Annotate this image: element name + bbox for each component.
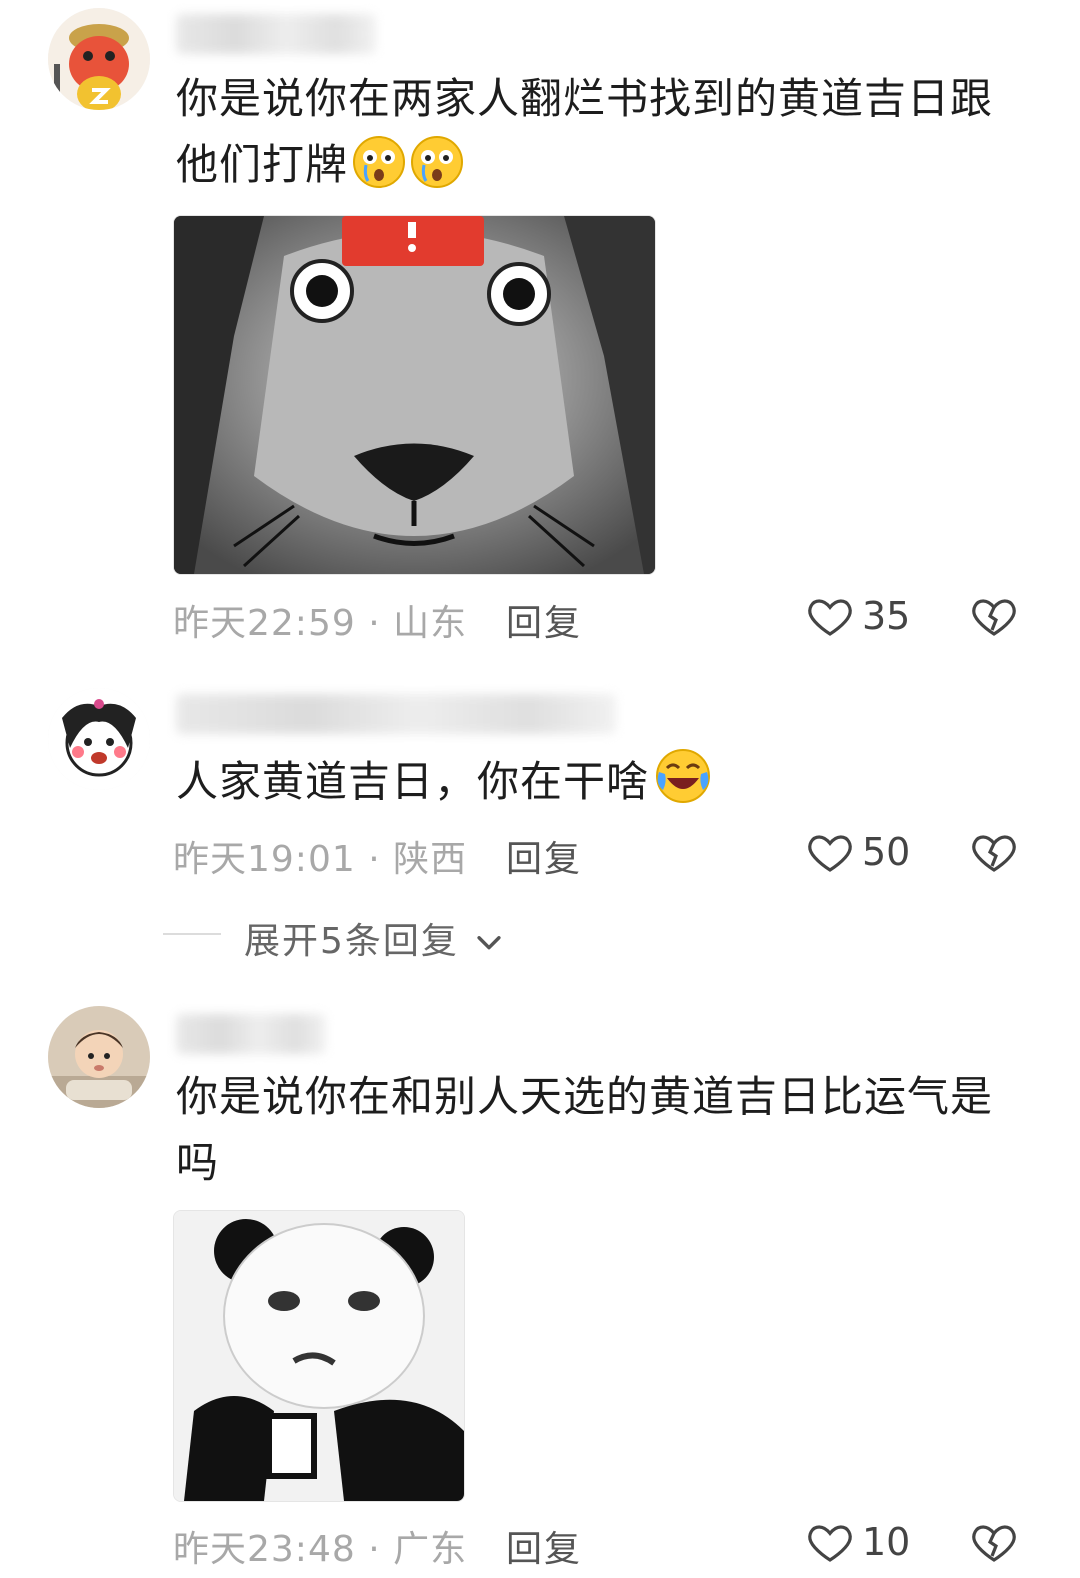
- username-blurred[interactable]: [176, 694, 616, 734]
- broken-heart-icon[interactable]: [970, 828, 1018, 876]
- like-count: 10: [862, 1520, 911, 1564]
- avatar[interactable]: [48, 688, 150, 790]
- reply-button[interactable]: 回复: [506, 1520, 582, 1572]
- expand-replies-button[interactable]: 展开5条回复: [244, 912, 506, 964]
- comment-line-text: 他们打牌: [176, 140, 349, 189]
- broken-heart-icon[interactable]: [970, 1518, 1018, 1566]
- username-blurred[interactable]: [176, 14, 376, 54]
- reply-button[interactable]: 回复: [506, 594, 582, 646]
- comment-text: 人家黄道吉日，你在干啥: [176, 746, 1016, 815]
- expand-replies-label: 展开5条回复: [244, 921, 459, 962]
- comment-line: 吗: [176, 1138, 220, 1187]
- laughing-tears-emoji-icon: [653, 746, 713, 806]
- expand-divider-line: [163, 933, 221, 935]
- like-count: 50: [862, 830, 911, 874]
- broken-heart-icon[interactable]: [970, 592, 1018, 640]
- comment-text: 你是说你在两家人翻烂书找到的黄道吉日跟 他们打牌: [176, 66, 1016, 198]
- comment-line-text: 人家黄道吉日，你在干啥: [176, 757, 650, 806]
- panda-meme-image[interactable]: [173, 1210, 465, 1502]
- heart-outline-icon[interactable]: [806, 1518, 854, 1566]
- like-count: 35: [862, 594, 911, 638]
- chevron-down-icon: [472, 925, 506, 959]
- avatar[interactable]: [48, 8, 150, 110]
- avatar[interactable]: [48, 1006, 150, 1108]
- lion-meme-image[interactable]: [173, 215, 656, 575]
- heart-outline-icon[interactable]: [806, 592, 854, 640]
- comment-text: 你是说你在和别人天选的黄道吉日比运气是 吗: [176, 1064, 1016, 1196]
- comment-meta: 昨天19:01 · 陕西: [173, 839, 468, 880]
- comment-meta: 昨天22:59 · 山东: [173, 603, 468, 644]
- username-blurred[interactable]: [176, 1014, 326, 1054]
- crying-face-emoji-icon: [410, 135, 464, 189]
- comment-meta: 昨天23:48 · 广东: [173, 1529, 468, 1570]
- comment-line: 你是说你在和别人天选的黄道吉日比运气是: [176, 1072, 994, 1121]
- comment-line: 你是说你在两家人翻烂书找到的黄道吉日跟: [176, 74, 994, 123]
- reply-button[interactable]: 回复: [506, 830, 582, 882]
- crying-face-emoji-icon: [352, 135, 406, 189]
- comment-line: 他们打牌: [176, 132, 1016, 198]
- heart-outline-icon[interactable]: [806, 828, 854, 876]
